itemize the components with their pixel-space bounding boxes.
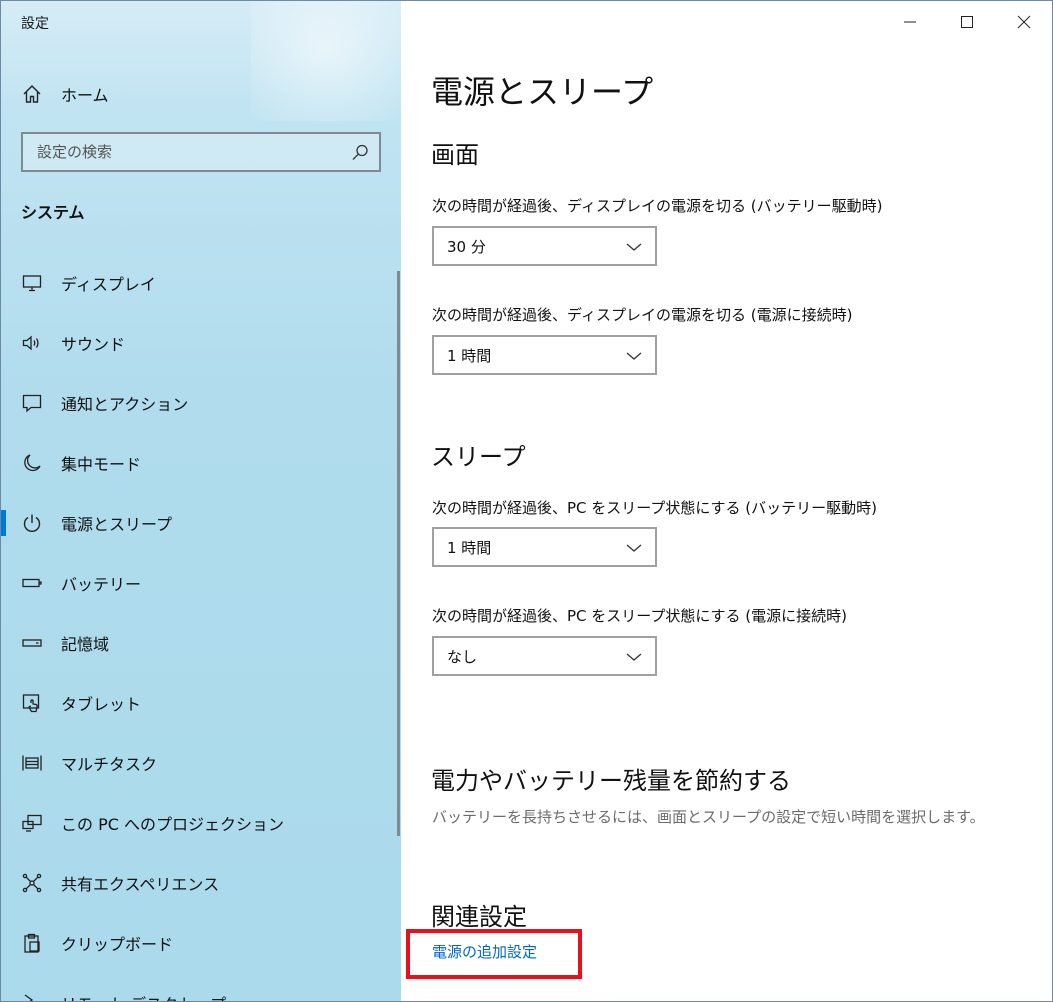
search-box[interactable] — [21, 132, 381, 172]
chevron-down-icon — [623, 537, 645, 559]
close-button[interactable] — [995, 1, 1052, 43]
settings-window: 設定 ホーム システム — [0, 0, 1053, 1002]
minimize-icon — [903, 21, 916, 23]
sidebar-item-label: 通知とアクション — [61, 395, 189, 414]
multitask-icon — [21, 752, 43, 774]
moon-icon — [21, 452, 43, 474]
content-pane: 電源とスリープ 画面 次の時間が経過後、ディスプレイの電源を切る (バッテリー駆… — [401, 1, 1052, 1001]
search-icon[interactable] — [349, 142, 371, 164]
save-power-description: バッテリーを長持ちさせるには、画面とスリープの設定で短い時間を選択します。 — [432, 808, 985, 826]
home-icon — [21, 83, 43, 105]
battery-icon — [21, 572, 43, 594]
screen-plugged-label: 次の時間が経過後、ディスプレイの電源を切る (電源に接続時) — [432, 306, 853, 324]
sidebar-item-notifications[interactable]: 通知とアクション — [1, 373, 401, 433]
sidebar-item-label: 記憶域 — [61, 635, 110, 654]
screen-heading: 画面 — [431, 141, 479, 169]
dropdown-value: 1 時間 — [447, 538, 492, 557]
sidebar-item-display[interactable]: ディスプレイ — [1, 253, 401, 313]
additional-power-settings-link[interactable]: 電源の追加設定 — [432, 941, 537, 962]
sidebar-item-label: サウンド — [61, 335, 126, 354]
sidebar-item-projection[interactable]: この PC へのプロジェクション — [1, 793, 401, 853]
sidebar-scrollbar[interactable] — [397, 271, 400, 836]
speaker-icon — [21, 332, 43, 354]
sidebar-item-focus-assist[interactable]: 集中モード — [1, 433, 401, 493]
sidebar-item-label: この PC へのプロジェクション — [61, 815, 284, 834]
system-nav-list: ディスプレイ サウンド 通知とアクション 集中モード 電源とスリープ バッテリー… — [1, 253, 401, 1001]
sleep-battery-dropdown[interactable]: 1 時間 — [432, 527, 657, 567]
sleep-plugged-label: 次の時間が経過後、PC をスリープ状態にする (電源に接続時) — [432, 607, 848, 625]
sidebar-item-label: ディスプレイ — [61, 275, 156, 294]
chevron-down-icon — [623, 236, 645, 258]
close-icon — [1017, 15, 1030, 29]
sidebar: 設定 ホーム システム — [1, 1, 401, 1001]
tablet-icon — [21, 692, 43, 714]
sidebar-item-shared-experiences[interactable]: 共有エクスペリエンス — [1, 853, 401, 913]
sleep-heading: スリープ — [431, 443, 526, 471]
minimize-button[interactable] — [881, 1, 938, 43]
clipboard-icon — [21, 932, 43, 954]
screen-battery-label: 次の時間が経過後、ディスプレイの電源を切る (バッテリー駆動時) — [432, 197, 883, 215]
sidebar-item-clipboard[interactable]: クリップボード — [1, 913, 401, 973]
dropdown-value: 1 時間 — [447, 346, 492, 365]
sidebar-item-label: 電源とスリープ — [61, 515, 173, 534]
dropdown-value: なし — [447, 647, 478, 666]
sleep-plugged-dropdown[interactable]: なし — [432, 636, 657, 676]
maximize-icon — [960, 16, 973, 28]
sidebar-item-power-sleep[interactable]: 電源とスリープ — [1, 493, 401, 553]
sidebar-item-remote-desktop[interactable]: リモート デスクトップ — [1, 973, 401, 1001]
power-icon — [21, 512, 43, 534]
sidebar-item-label: リモート デスクトップ — [61, 991, 226, 1001]
sidebar-item-label: マルチタスク — [61, 755, 158, 774]
sidebar-item-sound[interactable]: サウンド — [1, 313, 401, 373]
search-input[interactable] — [23, 142, 349, 162]
save-power-heading: 電力やバッテリー残量を節約する — [431, 767, 791, 795]
related-settings-heading: 関連設定 — [431, 903, 527, 931]
app-title: 設定 — [21, 16, 49, 32]
chevron-down-icon — [623, 345, 645, 367]
chevron-down-icon — [623, 646, 645, 668]
maximize-button[interactable] — [938, 1, 995, 43]
sidebar-item-label: 集中モード — [61, 455, 142, 474]
sidebar-item-label: タブレット — [61, 695, 142, 714]
notification-icon — [21, 392, 43, 414]
sidebar-item-label: 共有エクスペリエンス — [61, 875, 220, 894]
home-nav-item[interactable]: ホーム — [21, 79, 109, 109]
screen-battery-dropdown[interactable]: 30 分 — [432, 226, 657, 266]
sidebar-item-storage[interactable]: 記憶域 — [1, 613, 401, 673]
page-title: 電源とスリープ — [431, 73, 654, 111]
dropdown-value: 30 分 — [447, 237, 486, 256]
screen-plugged-dropdown[interactable]: 1 時間 — [432, 335, 657, 375]
sidebar-item-label: バッテリー — [61, 575, 142, 594]
sidebar-item-label: クリップボード — [61, 935, 174, 954]
projection-icon — [21, 812, 43, 834]
shared-experience-icon — [21, 872, 43, 894]
sidebar-item-tablet[interactable]: タブレット — [1, 673, 401, 733]
storage-icon — [21, 632, 43, 654]
sidebar-item-battery[interactable]: バッテリー — [1, 553, 401, 613]
sleep-battery-label: 次の時間が経過後、PC をスリープ状態にする (バッテリー駆動時) — [432, 499, 878, 517]
section-label: システム — [21, 203, 85, 222]
sidebar-item-multitasking[interactable]: マルチタスク — [1, 733, 401, 793]
home-label: ホーム — [61, 86, 109, 105]
remote-desktop-icon — [21, 992, 43, 1001]
display-icon — [21, 272, 43, 294]
